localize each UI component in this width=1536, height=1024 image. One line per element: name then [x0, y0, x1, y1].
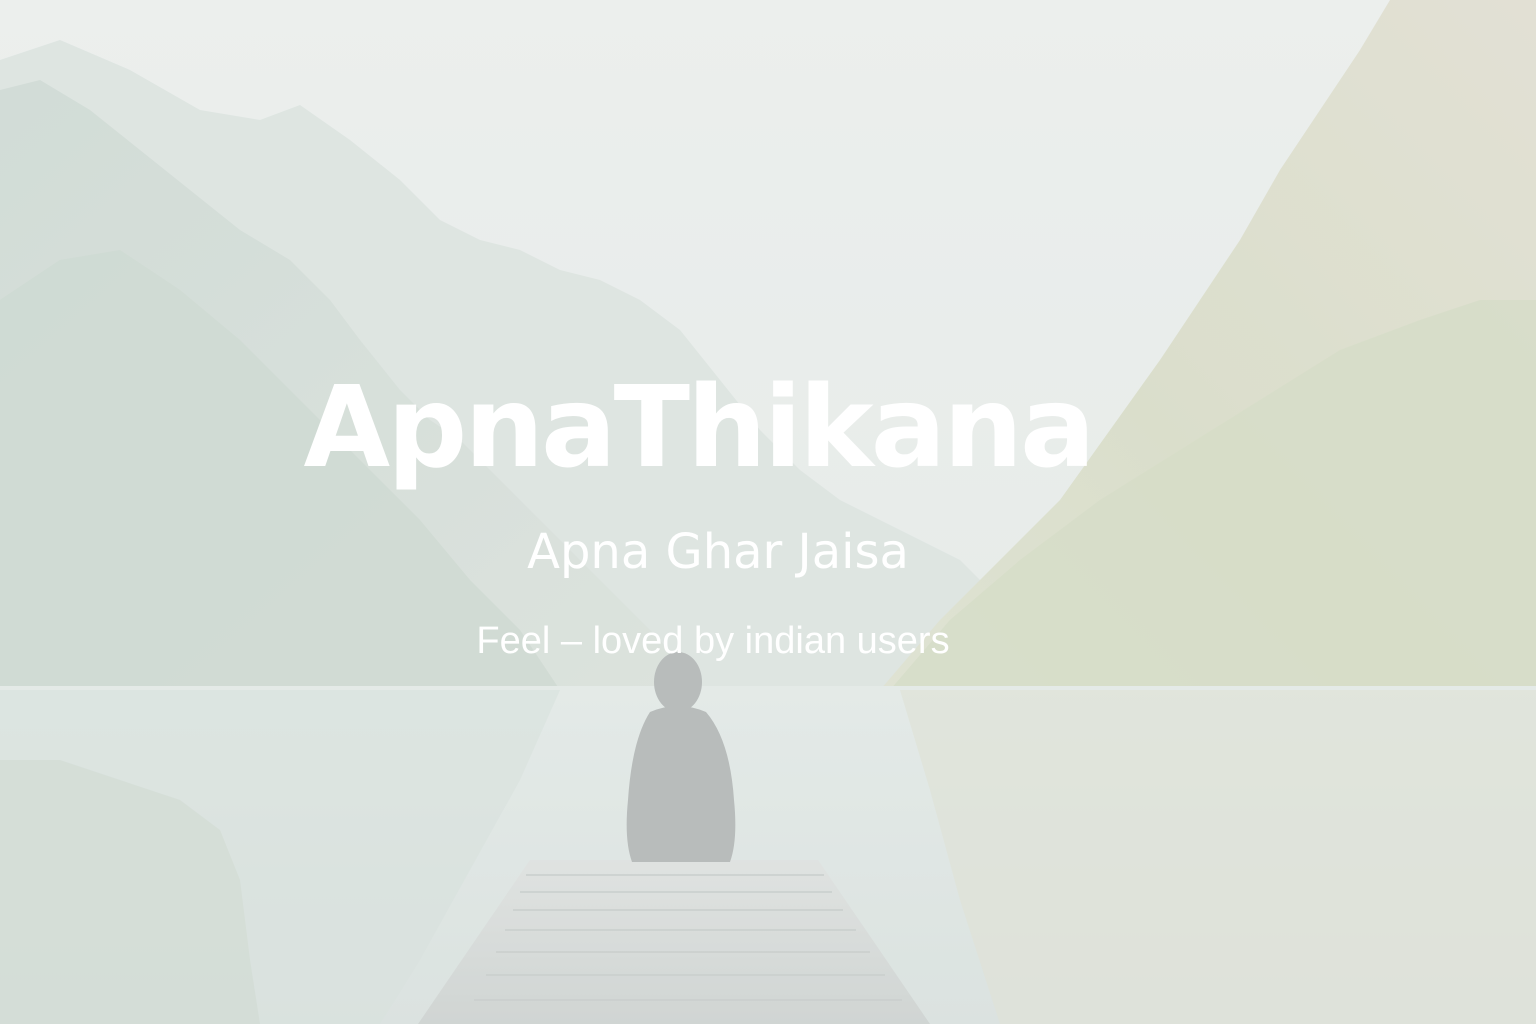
tagline: Apna Ghar Jaisa	[527, 524, 909, 580]
subline: Feel – loved by indian users	[476, 620, 950, 662]
mountain-lake-illustration	[0, 0, 1536, 1024]
brand-title: ApnaThikana	[303, 363, 1095, 493]
right-reflection	[900, 690, 1536, 1024]
background-scene	[0, 0, 1536, 1024]
